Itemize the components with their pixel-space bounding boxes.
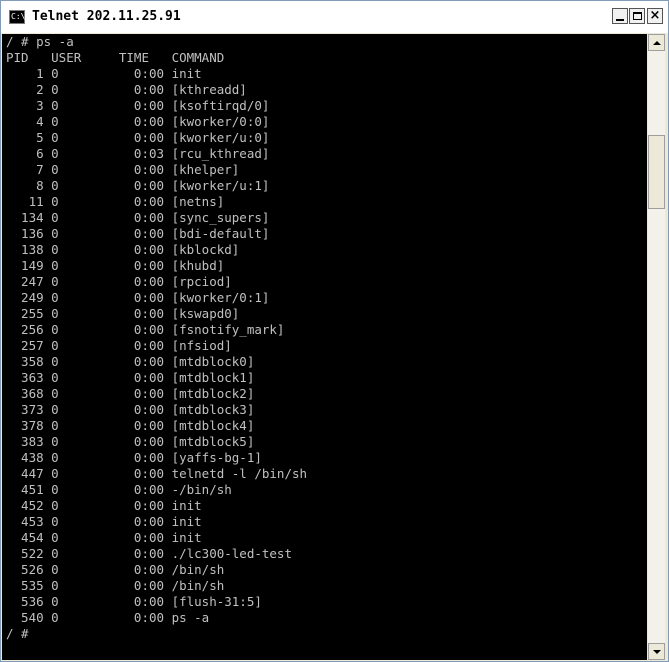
terminal-line: 1 0 0:00 init xyxy=(6,66,202,81)
terminal-line: PID USER TIME COMMAND xyxy=(6,50,225,65)
terminal-line: 453 0 0:00 init xyxy=(6,514,202,529)
terminal-line: 8 0 0:00 [kworker/u:1] xyxy=(6,178,270,193)
window-title: Telnet 202.11.25.91 xyxy=(32,9,181,24)
terminal-line: 5 0 0:00 [kworker/u:0] xyxy=(6,130,270,145)
terminal-line: 257 0 0:00 [nfsiod] xyxy=(6,338,232,353)
terminal-line: 249 0 0:00 [kworker/0:1] xyxy=(6,290,270,305)
terminal-line: 255 0 0:00 [kswapd0] xyxy=(6,306,240,321)
terminal-line: 540 0 0:00 ps -a xyxy=(6,610,210,625)
terminal-line: 7 0 0:00 [khelper] xyxy=(6,162,240,177)
terminal-line: 134 0 0:00 [sync_supers] xyxy=(6,210,270,225)
title-bar[interactable]: C:\ Telnet 202.11.25.91 × xyxy=(1,1,668,33)
terminal-line: 11 0 0:00 [netns] xyxy=(6,194,225,209)
vertical-scrollbar[interactable] xyxy=(648,34,665,660)
terminal-line: 452 0 0:00 init xyxy=(6,498,202,513)
arrow-down-icon xyxy=(652,649,661,654)
terminal-line: 526 0 0:00 /bin/sh xyxy=(6,562,225,577)
terminal-line: 363 0 0:00 [mtdblock1] xyxy=(6,370,255,385)
minimize-icon xyxy=(616,18,624,21)
terminal-line: 358 0 0:00 [mtdblock0] xyxy=(6,354,255,369)
terminal-line: 3 0 0:00 [ksoftirqd/0] xyxy=(6,98,270,113)
terminal-line: 522 0 0:00 ./lc300-led-test xyxy=(6,546,292,561)
terminal-line: 454 0 0:00 init xyxy=(6,530,202,545)
terminal-line: 373 0 0:00 [mtdblock3] xyxy=(6,402,255,417)
terminal-output: / # ps -a PID USER TIME COMMAND 1 0 0:00… xyxy=(6,34,307,642)
maximize-button[interactable] xyxy=(629,8,645,24)
terminal-line: 438 0 0:00 [yaffs-bg-1] xyxy=(6,450,262,465)
terminal-line: 2 0 0:00 [kthreadd] xyxy=(6,82,247,97)
terminal-line: 247 0 0:00 [rpciod] xyxy=(6,274,232,289)
terminal-line: 451 0 0:00 -/bin/sh xyxy=(6,482,232,497)
terminal-line: 149 0 0:00 [khubd] xyxy=(6,258,225,273)
scroll-down-button[interactable] xyxy=(648,643,665,660)
arrow-up-icon xyxy=(652,40,661,45)
terminal-line: 138 0 0:00 [kblockd] xyxy=(6,242,240,257)
terminal-line: 536 0 0:00 [flush-31:5] xyxy=(6,594,262,609)
terminal-area[interactable]: / # ps -a PID USER TIME COMMAND 1 0 0:00… xyxy=(2,34,647,660)
terminal-line: 136 0 0:00 [bdi-default] xyxy=(6,226,270,241)
terminal-line: 4 0 0:00 [kworker/0:0] xyxy=(6,114,270,129)
scrollbar-thumb[interactable] xyxy=(648,135,665,209)
maximize-icon xyxy=(632,12,642,20)
terminal-line: / # ps -a xyxy=(6,34,74,49)
terminal-line: / # xyxy=(6,626,37,641)
terminal-line: 6 0 0:03 [rcu_kthread] xyxy=(6,146,270,161)
terminal-line: 535 0 0:00 /bin/sh xyxy=(6,578,225,593)
scroll-up-button[interactable] xyxy=(648,34,665,51)
terminal-line: 447 0 0:00 telnetd -l /bin/sh xyxy=(6,466,308,481)
terminal-line: 368 0 0:00 [mtdblock2] xyxy=(6,386,255,401)
terminal-line: 383 0 0:00 [mtdblock5] xyxy=(6,434,255,449)
telnet-window: C:\ Telnet 202.11.25.91 × / # ps -a PID … xyxy=(0,0,669,662)
terminal-line: 256 0 0:00 [fsnotify_mark] xyxy=(6,322,285,337)
close-icon: × xyxy=(649,8,661,23)
minimize-button[interactable] xyxy=(612,8,628,24)
terminal-line: 378 0 0:00 [mtdblock4] xyxy=(6,418,255,433)
close-button[interactable]: × xyxy=(647,8,663,24)
console-app-icon[interactable]: C:\ xyxy=(9,10,25,24)
